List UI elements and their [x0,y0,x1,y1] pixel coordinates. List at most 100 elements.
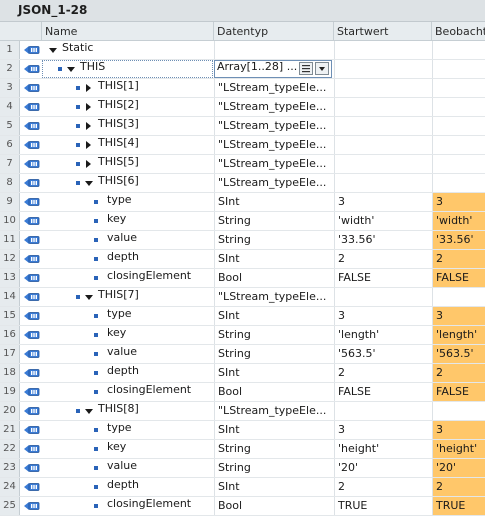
table-row[interactable]: 16 key String'length''length' [0,326,485,345]
startvalue-cell[interactable]: 2 [334,250,431,268]
variable-name: depth [107,478,140,491]
collapse-arrow-icon[interactable] [85,295,93,300]
window-title: JSON_1-28 [18,3,88,17]
startvalue-cell[interactable]: '33.56' [334,231,431,249]
table-row[interactable]: 12 depth SInt 2 2 [0,250,485,269]
bullet-icon [94,485,98,489]
bullet-icon [76,409,80,413]
table-row[interactable]: 14 THIS[7] "LStream_typeEle... [0,288,485,307]
variable-name: closingElement [107,497,192,510]
startvalue-cell[interactable] [334,117,431,135]
table-row[interactable]: 20 THIS[8] "LStream_typeEle... [0,402,485,421]
datatype-cell [214,41,333,59]
table-row[interactable]: 7 THIS[5] "LStream_typeEle... [0,155,485,174]
startvalue-cell[interactable] [334,155,431,173]
table-row[interactable]: 25 closingElement Bool TRUE TRUE [0,497,485,516]
startvalue-cell[interactable]: 3 [334,193,431,211]
variable-name: depth [107,250,140,263]
startvalue-cell[interactable]: 3 [334,421,431,439]
startvalue-cell[interactable] [334,402,431,420]
variable-name: closingElement [107,383,192,396]
bullet-icon [94,238,98,242]
collapse-arrow-icon[interactable] [85,181,93,186]
variable-name: key [107,440,127,453]
table-row[interactable]: 10 key String'width''width' [0,212,485,231]
startvalue-cell[interactable]: 'length' [334,326,431,344]
table-row[interactable]: 6 THIS[4] "LStream_typeEle... [0,136,485,155]
startvalue-cell[interactable]: FALSE [334,269,431,287]
table-row[interactable]: 8 THIS[6] "LStream_typeEle... [0,174,485,193]
collapse-arrow-icon[interactable] [85,409,93,414]
startvalue-cell[interactable] [334,60,431,78]
table-row[interactable]: 11 value String '33.56' '33.56' [0,231,485,250]
collapse-arrow-icon[interactable] [49,48,57,53]
table-row[interactable]: 2THISArray[1..28] ...Array[1..28] ... [0,60,485,79]
datatype-cell: String [214,459,333,477]
collapse-arrow-icon[interactable] [67,67,75,72]
column-header-datatype[interactable]: Datentyp [214,22,334,41]
table-row[interactable]: 19 closingElement Bool FALSE FALSE [0,383,485,402]
row-number: 15 [0,307,20,325]
observe-value-cell [432,79,485,97]
row-number: 14 [0,288,20,306]
table-row[interactable]: 24 depth SInt 2 2 [0,478,485,497]
startvalue-cell[interactable]: 3 [334,307,431,325]
expand-arrow-icon[interactable] [86,141,91,149]
bullet-icon [94,314,98,318]
table-row[interactable]: 18 depth SInt 2 2 [0,364,485,383]
row-number: 13 [0,269,20,287]
startvalue-cell[interactable]: '563.5' [334,345,431,363]
startvalue-cell[interactable] [334,174,431,192]
expand-arrow-icon[interactable] [86,122,91,130]
variable-name: value [107,459,138,472]
table-row[interactable]: 1 Static [0,41,485,60]
bullet-icon [94,276,98,280]
datatype-editor-text: Array[1..28] ... [217,60,298,73]
row-number: 7 [0,155,20,173]
table-row[interactable]: 23 value String '20' '20' [0,459,485,478]
startvalue-cell[interactable] [334,288,431,306]
variable-name: THIS[3] [98,117,139,130]
column-header-name[interactable]: Name [42,22,214,41]
observe-value-cell [432,98,485,116]
list-icon[interactable] [299,62,313,75]
table-row[interactable]: 4 THIS[2] "LStream_typeEle... [0,98,485,117]
column-header-startvalue[interactable]: Startwert [334,22,432,41]
startvalue-cell[interactable] [334,136,431,154]
table-row[interactable]: 22 key String'height''height' [0,440,485,459]
table-row[interactable]: 17 value String '563.5' '563.5' [0,345,485,364]
table-row[interactable]: 15 type SInt 3 3 [0,307,485,326]
datatype-cell: SInt [214,478,333,496]
db-interface-icon [24,46,40,54]
startvalue-cell[interactable]: 2 [334,478,431,496]
startvalue-cell[interactable]: 2 [334,364,431,382]
db-interface-icon [24,426,40,434]
datatype-cell: Bool [214,269,333,287]
expand-arrow-icon[interactable] [86,160,91,168]
variable-name: type [107,307,132,320]
startvalue-cell[interactable]: FALSE [334,383,431,401]
startvalue-cell[interactable]: '20' [334,459,431,477]
row-number: 12 [0,250,20,268]
db-interface-icon [24,179,40,187]
observe-value-cell: '563.5' [432,345,485,363]
startvalue-cell[interactable]: TRUE [334,497,431,515]
row-number: 24 [0,478,20,496]
column-header-observe[interactable]: Beobacht [432,22,485,41]
table-row[interactable]: 9 type SInt 3 3 [0,193,485,212]
startvalue-cell[interactable] [334,79,431,97]
startvalue-cell[interactable] [334,98,431,116]
row-number: 19 [0,383,20,401]
table-row[interactable]: 3 THIS[1] "LStream_typeEle... [0,79,485,98]
expand-arrow-icon[interactable] [86,84,91,92]
db-interface-icon [24,312,40,320]
table-row[interactable]: 13 closingElement Bool FALSE FALSE [0,269,485,288]
startvalue-cell[interactable]: 'height' [334,440,431,458]
variable-name: Static [62,41,94,54]
table-row[interactable]: 21 type SInt 3 3 [0,421,485,440]
startvalue-cell[interactable]: 'width' [334,212,431,230]
chevron-down-icon[interactable] [315,62,329,75]
startvalue-cell[interactable] [334,41,431,59]
table-row[interactable]: 5 THIS[3] "LStream_typeEle... [0,117,485,136]
expand-arrow-icon[interactable] [86,103,91,111]
